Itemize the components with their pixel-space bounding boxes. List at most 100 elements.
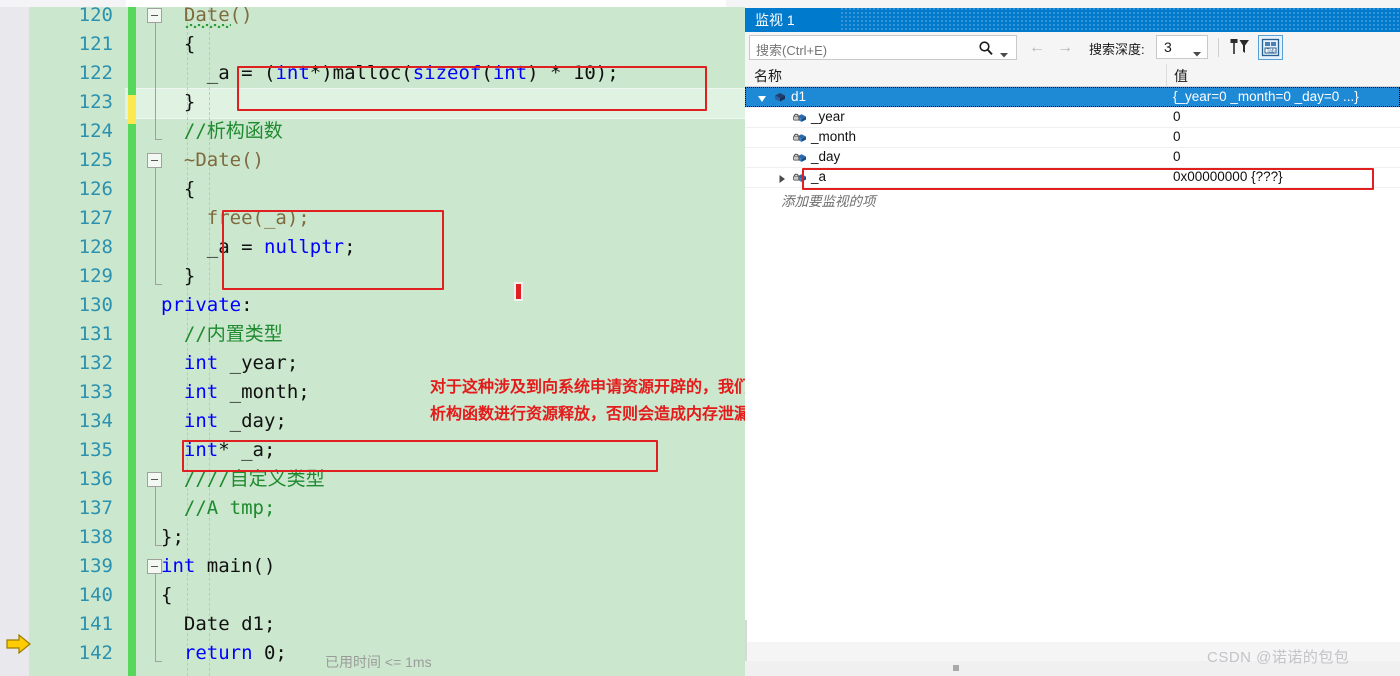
line-number: 136 bbox=[78, 468, 113, 490]
code-line[interactable]: _a = (int*)malloc(sizeof(int) * 10); bbox=[207, 59, 619, 88]
watch-row[interactable]: _day 0 bbox=[745, 147, 1400, 168]
code-line[interactable]: _a = nullptr; bbox=[207, 233, 356, 262]
code-token: _a = bbox=[206, 236, 264, 258]
annotation-line-2: 析构函数进行资源释放，否则会造成内存泄漏 bbox=[430, 404, 745, 423]
watch-row[interactable]: _a 0x00000000 {???} bbox=[745, 167, 1400, 188]
code-token: { bbox=[161, 584, 173, 606]
code-line[interactable]: free(_a); bbox=[207, 204, 310, 233]
line-number: 132 bbox=[78, 352, 113, 374]
search-depth-chevron-down-icon[interactable] bbox=[1193, 45, 1201, 60]
error-squiggle bbox=[184, 24, 231, 28]
code-token: nullptr bbox=[264, 236, 345, 258]
code-line[interactable]: int _month; bbox=[184, 378, 310, 407]
code-line[interactable]: { bbox=[161, 581, 172, 610]
search-previous-icon[interactable]: ← bbox=[1029, 40, 1045, 56]
search-depth-value: 3 bbox=[1164, 39, 1172, 55]
column-header-value: 值 bbox=[1174, 68, 1188, 84]
code-line[interactable]: //A tmp; bbox=[184, 494, 276, 523]
code-line[interactable]: { bbox=[184, 30, 195, 59]
watch-expression-name[interactable]: d1 bbox=[791, 89, 806, 104]
line-number: 131 bbox=[78, 323, 113, 345]
watch-panel-left-edge bbox=[745, 620, 747, 662]
watch-expression-value[interactable]: 0x00000000 {???} bbox=[1173, 169, 1283, 184]
line-number: 122 bbox=[78, 62, 113, 84]
watch-expression-value[interactable]: {_year=0 _month=0 _day=0 ...} bbox=[1173, 89, 1359, 104]
fold-region-line bbox=[155, 574, 156, 661]
watch-expression-value[interactable]: 0 bbox=[1173, 129, 1181, 144]
add-watch-item-hint[interactable]: 添加要监视的项 bbox=[781, 190, 876, 210]
code-line[interactable]: }; bbox=[161, 523, 184, 552]
watch-toolbar: 搜索(Ctrl+E) ← → 搜索深度: 3 Tab bbox=[745, 32, 1400, 65]
svg-text:Tab: Tab bbox=[1266, 48, 1274, 54]
fold-collapse-icon[interactable] bbox=[147, 559, 162, 574]
code-editor-pane[interactable]: 120 121 122 123 124 125 126 127 128 129 130 131 132 1… bbox=[0, 0, 745, 676]
code-line[interactable]: } bbox=[184, 88, 195, 117]
code-line[interactable]: { bbox=[184, 175, 195, 204]
search-options-chevron-down-icon[interactable] bbox=[1000, 46, 1008, 61]
fold-region-line bbox=[155, 168, 156, 284]
collapse-triangle-icon[interactable] bbox=[757, 92, 767, 102]
code-token: int bbox=[492, 62, 528, 84]
column-separator[interactable] bbox=[1166, 64, 1167, 86]
watch-row[interactable]: _year 0 bbox=[745, 107, 1400, 128]
watch-expression-value[interactable]: 0 bbox=[1173, 109, 1181, 124]
scrollbar-thumb[interactable] bbox=[953, 665, 959, 671]
watch-expression-value[interactable]: 0 bbox=[1173, 149, 1181, 164]
code-line[interactable]: int main() bbox=[161, 552, 275, 581]
pin-filter-icon[interactable] bbox=[1228, 35, 1253, 60]
line-number: 138 bbox=[78, 526, 113, 548]
watch-table-header: 名称 值 bbox=[745, 64, 1400, 87]
search-depth-select[interactable]: 3 bbox=[1156, 35, 1208, 59]
code-text-area[interactable]: 120 121 122 123 124 125 126 127 128 129 130 131 132 1… bbox=[29, 4, 745, 676]
watch-row[interactable]: _month 0 bbox=[745, 127, 1400, 148]
line-number: 135 bbox=[78, 439, 113, 461]
code-token: ////自定义类型 bbox=[183, 468, 325, 490]
fold-collapse-icon[interactable] bbox=[147, 8, 162, 23]
watch-expression-name[interactable]: _month bbox=[811, 129, 856, 144]
code-line[interactable]: int _year; bbox=[184, 349, 298, 378]
code-token: //A tmp; bbox=[183, 497, 276, 519]
code-token: _year; bbox=[218, 352, 299, 374]
line-number: 141 bbox=[78, 613, 113, 635]
change-bar-unsaved bbox=[128, 95, 136, 124]
editor-outer-margin[interactable] bbox=[0, 7, 29, 676]
code-token: main() bbox=[195, 555, 276, 577]
code-token: //内置类型 bbox=[183, 323, 283, 345]
code-lines[interactable]: Date() { _a = (int*)malloc(sizeof(int) * 1… bbox=[161, 4, 745, 676]
line-number: 133 bbox=[78, 381, 113, 403]
code-line[interactable]: int _day; bbox=[184, 407, 287, 436]
code-line[interactable]: //析构函数 bbox=[184, 117, 283, 146]
visual-studio-debug-window: 120 121 122 123 124 125 126 127 128 129 130 131 132 1… bbox=[0, 0, 1400, 676]
code-line[interactable]: //内置类型 bbox=[184, 320, 283, 349]
code-line[interactable]: ////自定义类型 bbox=[184, 465, 325, 494]
code-line[interactable]: } bbox=[184, 262, 195, 291]
fold-collapse-icon[interactable] bbox=[147, 153, 162, 168]
tab-watch-1[interactable]: 监视 1 bbox=[745, 8, 805, 32]
watch-expression-name[interactable]: _a bbox=[811, 169, 826, 184]
search-input[interactable]: 搜索(Ctrl+E) bbox=[749, 35, 1017, 60]
code-token: //析构函数 bbox=[183, 120, 283, 142]
line-number: 126 bbox=[78, 178, 113, 200]
code-token: Date() bbox=[183, 4, 253, 26]
code-line[interactable]: Date d1; bbox=[184, 610, 276, 639]
watch-expression-name[interactable]: _day bbox=[811, 149, 840, 164]
watch-expression-name[interactable]: _year bbox=[811, 109, 845, 124]
toolbar-separator bbox=[1218, 38, 1219, 57]
watch-panel: 监视 1 搜索(Ctrl+E) ← → 搜索深度: 3 Tab 名称 值 d1 … bbox=[745, 0, 1400, 676]
code-line[interactable]: return 0; bbox=[184, 639, 287, 668]
search-icon[interactable] bbox=[978, 40, 994, 59]
search-next-icon[interactable]: → bbox=[1057, 40, 1073, 56]
watch-variable-table[interactable]: 名称 值 d1 {_year=0 _month=0 _day=0 ...} _yea… bbox=[745, 64, 1400, 642]
object-icon bbox=[773, 90, 787, 104]
code-token: { bbox=[183, 178, 196, 200]
line-number: 137 bbox=[78, 497, 113, 519]
code-line[interactable]: int* _a; bbox=[184, 436, 276, 465]
fold-collapse-icon[interactable] bbox=[147, 472, 162, 487]
code-line[interactable]: private: bbox=[161, 291, 253, 320]
code-line[interactable]: ~Date() bbox=[184, 146, 264, 175]
watch-row[interactable]: d1 {_year=0 _month=0 _day=0 ...} bbox=[745, 87, 1400, 108]
watermark: CSDN @诺诺的包包 bbox=[1207, 649, 1350, 666]
expand-triangle-icon[interactable] bbox=[777, 172, 787, 183]
show-raw-structure-icon[interactable]: Tab bbox=[1258, 35, 1283, 60]
fold-margin[interactable] bbox=[139, 7, 162, 676]
